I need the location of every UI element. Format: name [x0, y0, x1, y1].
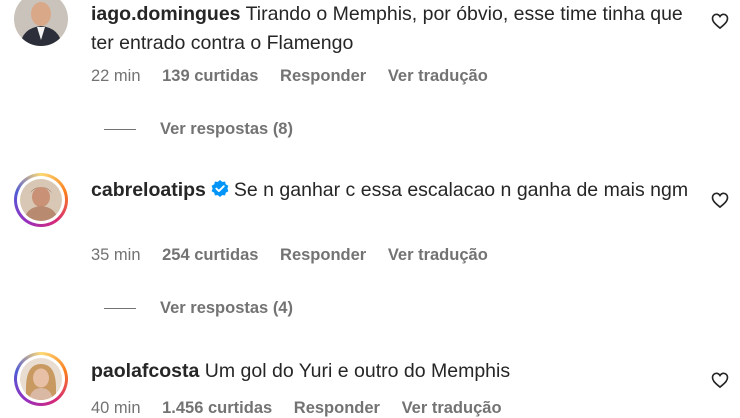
comment-text-block: cabreloatips Se n ganhar c essa escalacao…	[91, 176, 691, 205]
view-replies-button[interactable]: Ver respostas (4)	[104, 299, 293, 318]
avatar[interactable]	[14, 173, 68, 227]
comment-meta: 22 min 139 curtidas Responder Ver traduç…	[91, 67, 505, 86]
comment-body: Um gol do Yuri e outro do Memphis	[204, 360, 511, 382]
reply-button[interactable]: Responder	[280, 67, 366, 85]
comment-meta: 40 min 1.456 curtidas Responder Ver trad…	[91, 399, 519, 418]
heart-outline-icon[interactable]	[710, 190, 730, 210]
avatar[interactable]	[14, 0, 68, 46]
view-replies-label: Ver respostas (8)	[160, 120, 293, 138]
replies-divider	[104, 129, 136, 130]
like-count[interactable]: 139 curtidas	[162, 67, 258, 85]
timestamp[interactable]: 40 min	[91, 399, 141, 417]
verified-badge-icon	[211, 180, 229, 197]
avatar-photo	[20, 179, 62, 221]
comment-body: Se n ganhar c essa escalacao n ganha de …	[233, 179, 689, 201]
heart-outline-icon[interactable]	[710, 370, 730, 390]
timestamp[interactable]: 35 min	[91, 246, 141, 264]
username[interactable]: cabreloatips	[91, 179, 206, 201]
avatar-photo	[20, 358, 62, 400]
timestamp[interactable]: 22 min	[91, 67, 141, 85]
replies-divider	[104, 308, 136, 309]
translate-button[interactable]: Ver tradução	[388, 67, 488, 85]
reply-button[interactable]: Responder	[294, 399, 380, 417]
avatar[interactable]	[14, 352, 68, 406]
comment-text-block: paolafcosta Um gol do Yuri e outro do Me…	[91, 357, 691, 386]
like-count[interactable]: 1.456 curtidas	[162, 399, 272, 417]
translate-button[interactable]: Ver tradução	[402, 399, 502, 417]
comment-text-block: iago.domingues Tirando o Memphis, por ób…	[91, 0, 691, 58]
avatar-photo	[14, 0, 68, 46]
username[interactable]: iago.domingues	[91, 3, 241, 25]
heart-outline-icon[interactable]	[710, 11, 730, 31]
view-replies-label: Ver respostas (4)	[160, 299, 293, 317]
translate-button[interactable]: Ver tradução	[388, 246, 488, 264]
comment-meta: 35 min 254 curtidas Responder Ver traduç…	[91, 246, 505, 265]
like-count[interactable]: 254 curtidas	[162, 246, 258, 264]
username[interactable]: paolafcosta	[91, 360, 199, 382]
reply-button[interactable]: Responder	[280, 246, 366, 264]
view-replies-button[interactable]: Ver respostas (8)	[104, 120, 293, 139]
